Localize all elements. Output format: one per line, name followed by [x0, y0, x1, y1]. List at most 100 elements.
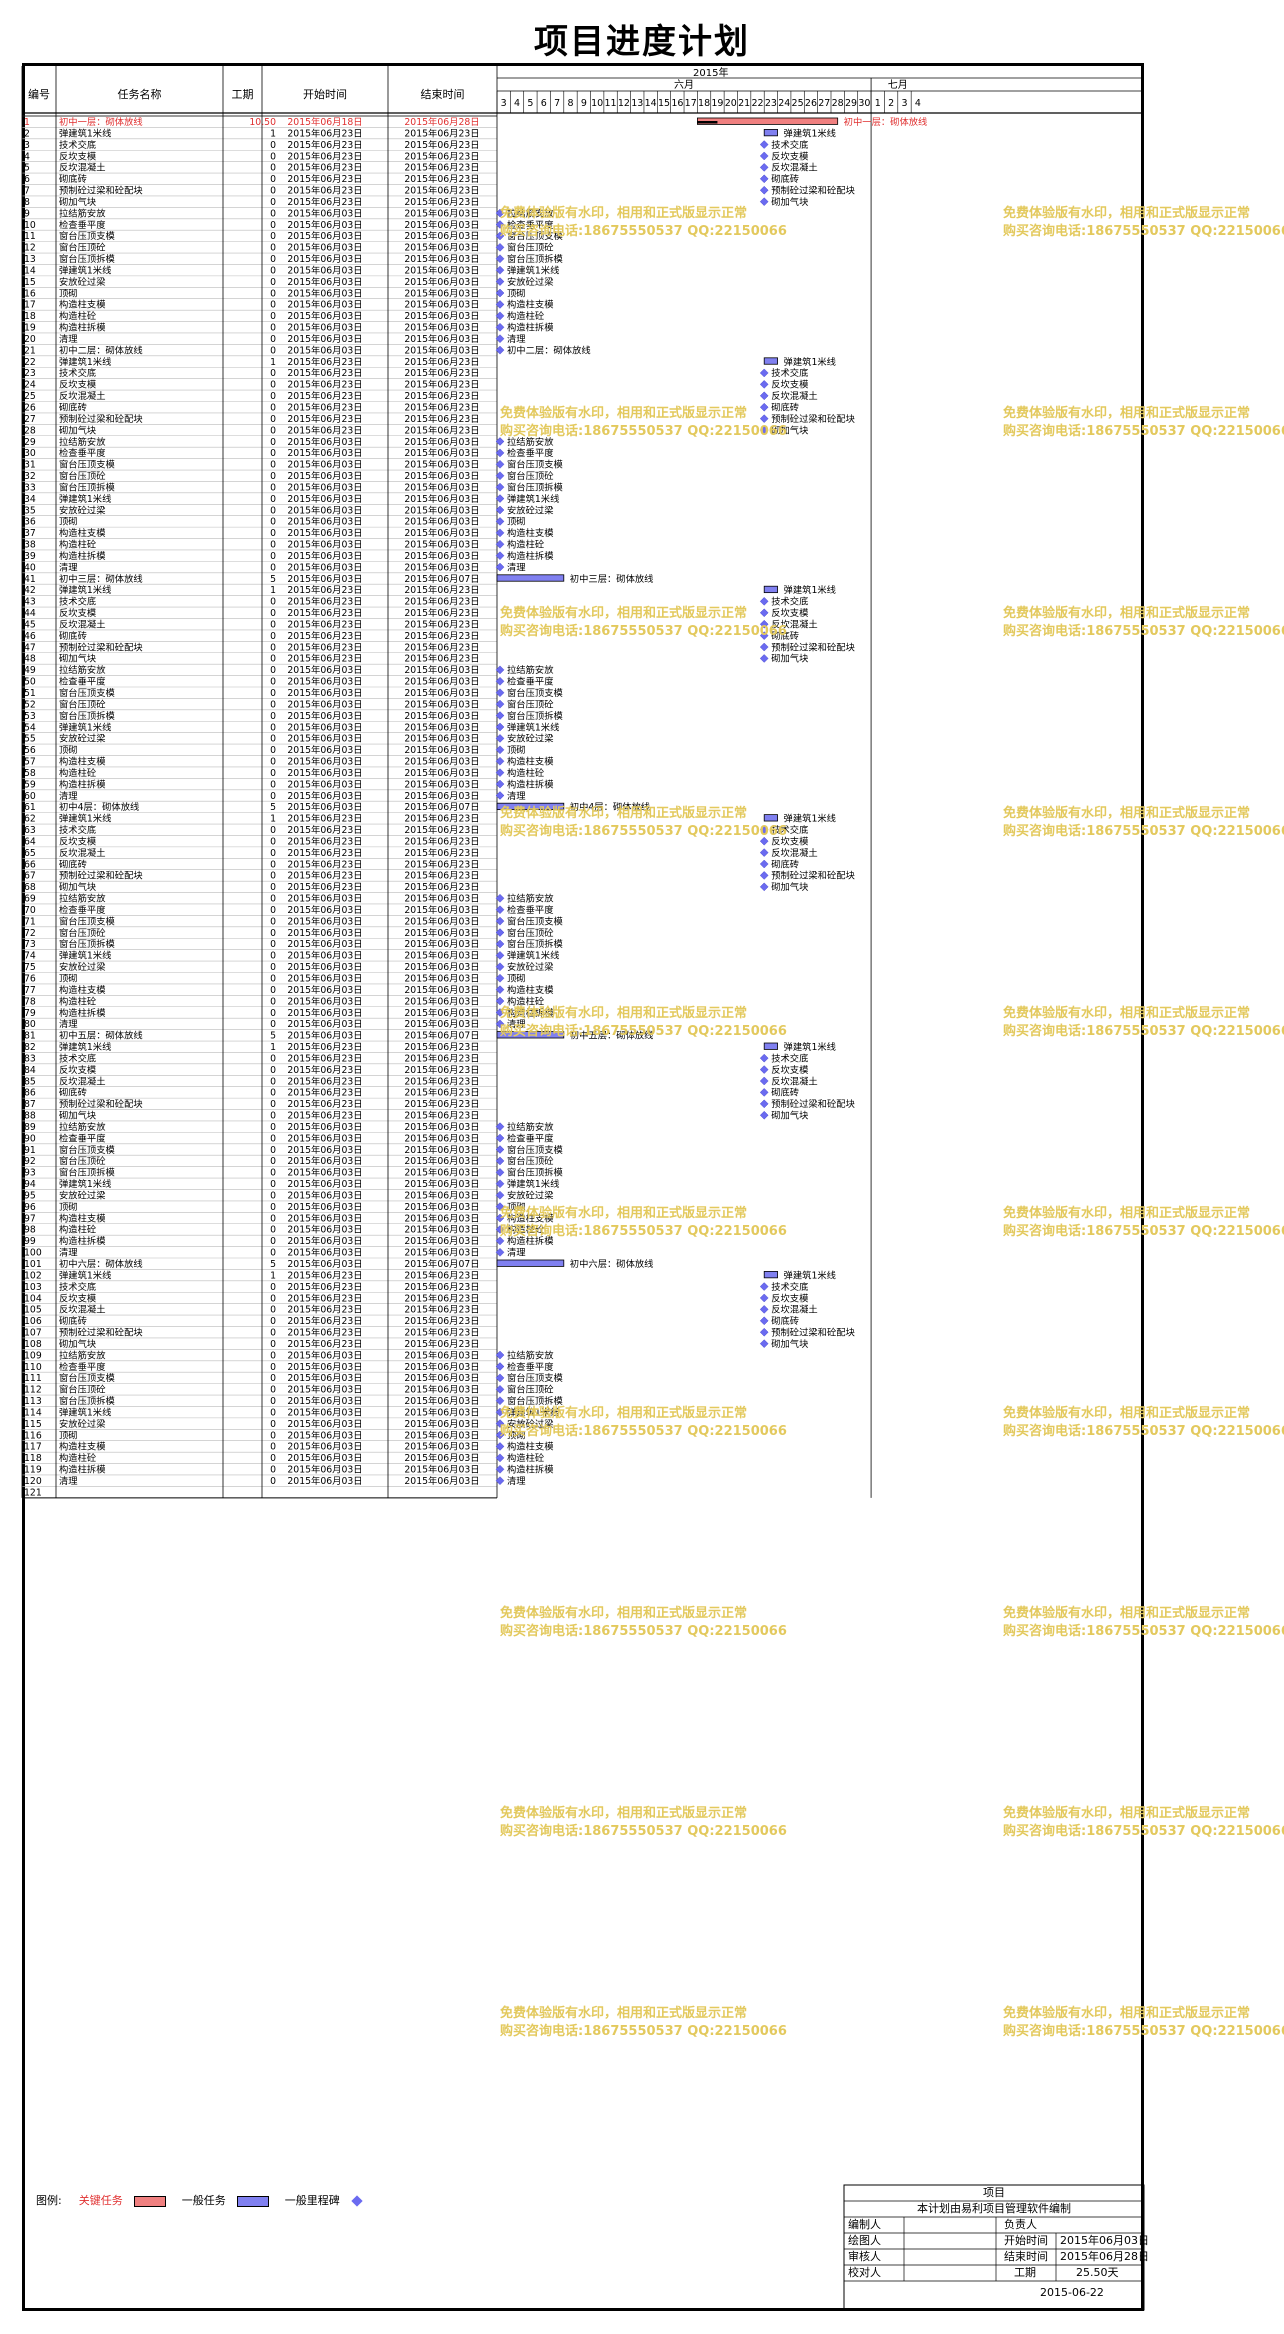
task-duration: 0: [270, 825, 276, 836]
task-bar: [697, 117, 839, 125]
task-end: 2015年06月03日: [404, 230, 479, 242]
task-id: 40: [24, 562, 36, 573]
milestone-diamond-icon: [351, 2195, 363, 2207]
task-start: 2015年06月23日: [287, 127, 362, 139]
task-id: 1: [24, 117, 30, 128]
watermark-line: 免费体验版有水印，相用和正式版显示正常: [1003, 406, 1251, 421]
task-end: 2015年06月03日: [404, 1429, 479, 1441]
task-name: 构造柱支模: [59, 1212, 106, 1224]
task-name: 构造柱拆模: [59, 778, 106, 790]
timescale-day: 6: [541, 98, 547, 109]
task-end: 2015年06月03日: [404, 1361, 479, 1373]
task-name: 初中二层：砌体放线: [59, 344, 143, 356]
task-duration: 0: [270, 734, 276, 745]
task-name: 技术交底: [59, 367, 96, 379]
milestone-label: 安放砼过梁: [507, 276, 554, 288]
timescale-year: 2015年: [693, 66, 728, 79]
bar-label: 弹建筑1米线: [784, 127, 836, 139]
milestone-label: 检查垂平度: [507, 1361, 554, 1373]
task-end: 2015年06月23日: [404, 424, 479, 436]
task-end: 2015年06月03日: [404, 344, 479, 356]
task-duration: 0: [270, 448, 276, 459]
watermark-text: 免费体验版有水印，相用和正式版显示正常 购买咨询电话:18675550537 QQ…: [500, 1005, 787, 1041]
task-end: 2015年06月23日: [404, 1087, 479, 1099]
task-name: 安放砼过梁: [59, 504, 106, 516]
task-duration: 0: [270, 939, 276, 950]
task-duration: 0: [270, 163, 276, 174]
task-start: 2015年06月03日: [287, 1464, 362, 1476]
task-start: 2015年06月03日: [287, 984, 362, 996]
milestone-diamond: [759, 368, 769, 378]
milestone-label: 技术交底: [771, 1052, 808, 1064]
milestone-diamond: [759, 185, 769, 195]
task-duration: 0: [270, 836, 276, 847]
milestone-diamond: [759, 1282, 769, 1291]
milestone-diamond: [759, 174, 769, 184]
task-id: 59: [24, 779, 36, 790]
task-duration: 0: [270, 391, 276, 402]
task-start: 2015年06月23日: [287, 641, 362, 653]
task-end: 2015年06月03日: [404, 276, 479, 288]
watermark-text: 免费体验版有水印，相用和正式版显示正常 购买咨询电话:18675550537 QQ…: [1003, 1205, 1284, 1241]
task-start: 2015年06月03日: [287, 344, 362, 356]
task-start: 2015年06月03日: [287, 756, 362, 768]
task-duration: 0: [270, 1088, 276, 1099]
task-duration: 0: [270, 1305, 276, 1316]
task-duration: 0: [270, 186, 276, 197]
task-duration: 0: [270, 540, 276, 551]
task-id: 8: [24, 197, 30, 208]
task-end: 2015年06月23日: [404, 881, 479, 893]
task-start: 2015年06月03日: [287, 287, 362, 299]
task-start: 2015年06月23日: [287, 881, 362, 893]
task-start: 2015年06月03日: [287, 961, 362, 973]
task-end: 2015年06月07日: [404, 801, 479, 813]
task-duration: 0: [270, 1453, 276, 1464]
task-name: 反坎混凝土: [59, 162, 106, 174]
task-duration: 0: [270, 311, 276, 322]
milestone-label: 构造柱支模: [507, 984, 554, 996]
timescale-day: 25: [792, 98, 804, 109]
timescale-day: 17: [685, 98, 697, 109]
task-id: 6: [24, 174, 30, 185]
milestone-label: 反坎支模: [771, 379, 808, 391]
task-start: 2015年06月03日: [287, 1452, 362, 1464]
task-name: 砌底砖: [59, 1315, 87, 1327]
timescale-day: 20: [725, 98, 737, 109]
milestone-label: 窗台压顶拆模: [507, 710, 563, 722]
watermark-line: 免费体验版有水印，相用和正式版显示正常: [500, 806, 748, 821]
task-start: 2015年06月23日: [287, 413, 362, 425]
milestone-diamond: [759, 654, 769, 663]
task-start: 2015年06月03日: [287, 310, 362, 322]
task-name: 初中五层：砌体放线: [59, 1030, 143, 1042]
milestone-label: 清理: [507, 1247, 526, 1259]
task-id: 7: [24, 186, 30, 197]
task-duration: 1: [270, 814, 276, 825]
task-end: 2015年06月23日: [404, 1304, 479, 1316]
task-id: 61: [24, 802, 36, 813]
watermark-line: 免费体验版有水印，相用和正式版显示正常: [1003, 1406, 1251, 1421]
task-name: 砌加气块: [59, 196, 96, 208]
task-name: 安放砼过梁: [59, 1189, 106, 1201]
milestone-label: 弹建筑1米线: [507, 1178, 559, 1190]
task-duration: 0: [270, 151, 276, 162]
task-name: 初中三层：砌体放线: [59, 573, 143, 585]
task-end: 2015年06月23日: [404, 162, 479, 174]
task-start: 2015年06月03日: [287, 1018, 362, 1030]
task-id: 13: [24, 254, 36, 265]
task-end: 2015年06月03日: [404, 767, 479, 779]
task-end: 2015年06月03日: [404, 516, 479, 528]
timescale-day: 9: [581, 98, 587, 109]
task-duration: 0: [270, 711, 276, 722]
task-end: 2015年06月03日: [404, 744, 479, 756]
task-name: 窗台压顶支模: [59, 230, 115, 242]
task-id: 2: [24, 128, 30, 139]
task-name: 弹建筑1米线: [59, 950, 111, 962]
gantt-chart: 编号 任务名称 工期 开始时间 结束时间2015年六月 七月3 4 5 6 7 8 9 10 11 12 13…: [21, 66, 1145, 2311]
task-id: 22: [24, 357, 36, 368]
task-duration: 0: [270, 551, 276, 562]
task-id: 120: [24, 1476, 42, 1487]
bar-label: 弹建筑1米线: [784, 1269, 836, 1281]
task-end: 2015年06月23日: [404, 630, 479, 642]
task-id: 39: [24, 551, 36, 562]
task-name: 构造柱拆模: [59, 550, 106, 562]
